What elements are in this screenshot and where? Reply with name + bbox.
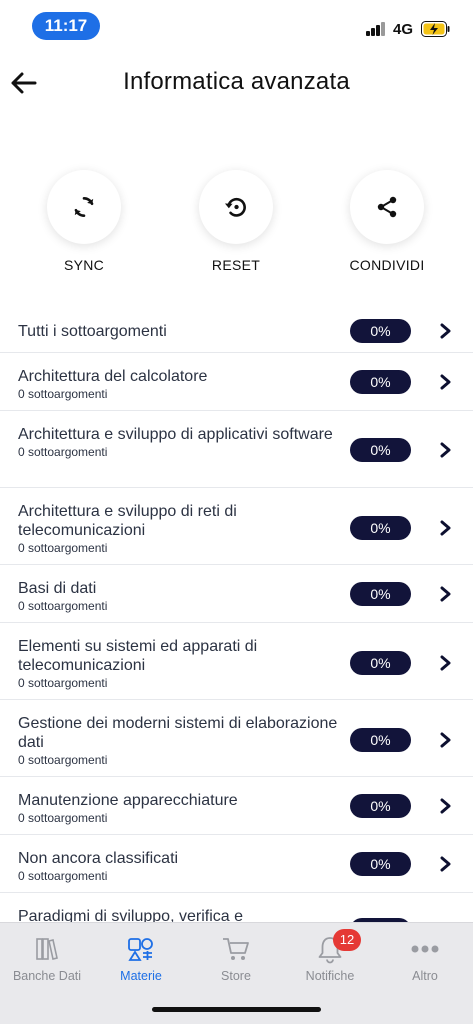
back-button[interactable] [6,66,40,100]
reset-button[interactable]: RESET [176,170,296,273]
list-item[interactable]: Basi di dati 0 sottoargomenti 0% [0,565,473,623]
sync-button[interactable]: SYNC [24,170,144,273]
reset-label: RESET [211,257,261,273]
topic-name: Elementi su sistemi ed apparati di telec… [18,638,258,674]
chevron-right-icon [440,856,451,872]
progress-badge: 0% [350,438,411,462]
progress-badge: 0% [350,582,411,606]
chevron-right-icon [440,442,451,458]
network-label: 4G [393,21,414,38]
topic-list: Tutti i sottoargomenti 0% Architettura d… [0,310,473,922]
progress-badge: 0% [350,728,411,752]
progress-badge: 0% [350,370,411,394]
topic-subcount: 0 sottoargomenti [18,753,108,767]
topic-subcount: 0 sottoargomenti [18,599,108,613]
progress-badge: 0% [350,319,411,343]
topic-name: Architettura e sviluppo di reti di telec… [18,503,237,539]
cart-icon [223,938,249,960]
progress-badge: 0% [350,516,411,540]
status-bar: 11:17 4G [0,0,473,56]
share-label: CONDIVIDI [349,257,425,273]
topic-name: Architettura e sviluppo di applicativi s… [18,426,333,443]
topic-subcount: 0 sottoargomenti [18,541,108,555]
list-item[interactable]: Architettura del calcolatore 0 sottoargo… [0,353,473,411]
list-item[interactable]: Non ancora classificati 0 sottoargomenti… [0,835,473,893]
topic-subcount: 0 sottoargomenti [18,811,108,825]
tab-store[interactable]: Store [189,931,283,983]
action-bar: SYNC RESET CONDIVIDI [0,170,473,280]
tab-label: Banche Dati [12,969,82,983]
progress-badge: 0% [350,852,411,876]
chevron-right-icon [440,732,451,748]
reset-icon [224,197,246,217]
chevron-right-icon [440,323,451,339]
list-item[interactable]: Tutti i sottoargomenti 0% [0,310,473,353]
signal-icon [366,22,386,36]
list-item[interactable]: Manutenzione apparecchiature 0 sottoargo… [0,777,473,835]
tab-label: Altro [412,969,438,983]
subjects-icon [128,938,153,961]
chevron-right-icon [440,586,451,602]
progress-badge: 0% [350,651,411,675]
topic-name: Non ancora classificati [18,850,179,867]
topic-subcount: 0 sottoargomenti [18,676,108,690]
topic-name: Gestione dei moderni sistemi di elaboraz… [18,715,338,751]
chevron-right-icon [440,520,451,536]
home-indicator [152,1007,321,1012]
topic-name: Tutti i sottoargomenti [18,323,167,340]
tab-label: Notifiche [305,969,355,983]
status-time: 11:17 [32,12,100,40]
topic-subcount: 0 sottoargomenti [18,445,108,459]
topic-name: Manutenzione apparecchiature [18,792,238,809]
list-item[interactable]: Architettura e sviluppo di applicativi s… [0,411,473,488]
sync-label: SYNC [63,257,105,273]
more-icon [411,945,439,953]
books-icon [36,938,58,960]
tab-label: Store [221,969,251,983]
topic-name: Architettura del calcolatore [18,368,208,385]
list-item[interactable]: Elementi su sistemi ed apparati di telec… [0,623,473,700]
topic-subcount: 0 sottoargomenti [18,869,108,883]
share-button[interactable]: CONDIVIDI [327,170,447,273]
header: Informatica avanzata [0,56,473,116]
page-title: Informatica avanzata [123,68,350,95]
notification-badge: 12 [333,929,361,951]
tab-banche-dati[interactable]: Banche Dati [0,931,94,983]
chevron-right-icon [440,374,451,390]
progress-badge: 0% [350,794,411,818]
list-item[interactable]: Gestione dei moderni sistemi di elaboraz… [0,700,473,777]
tab-label: Materie [120,969,162,983]
tab-materie[interactable]: Materie [94,931,188,983]
topic-name: Paradigmi di sviluppo, verifica e [18,908,243,922]
arrow-left-icon [11,72,37,94]
list-item[interactable]: Paradigmi di sviluppo, verifica e [0,893,473,922]
topic-subcount: 0 sottoargomenti [18,387,108,401]
battery-charging-icon [421,21,450,37]
sync-icon [74,197,94,217]
share-icon [377,196,397,218]
tab-notifiche[interactable]: 12 Notifiche [283,929,377,983]
tab-altro[interactable]: Altro [378,931,472,983]
topic-name: Basi di dati [18,580,97,597]
chevron-right-icon [440,655,451,671]
chevron-right-icon [440,798,451,814]
list-item[interactable]: Architettura e sviluppo di reti di telec… [0,488,473,565]
